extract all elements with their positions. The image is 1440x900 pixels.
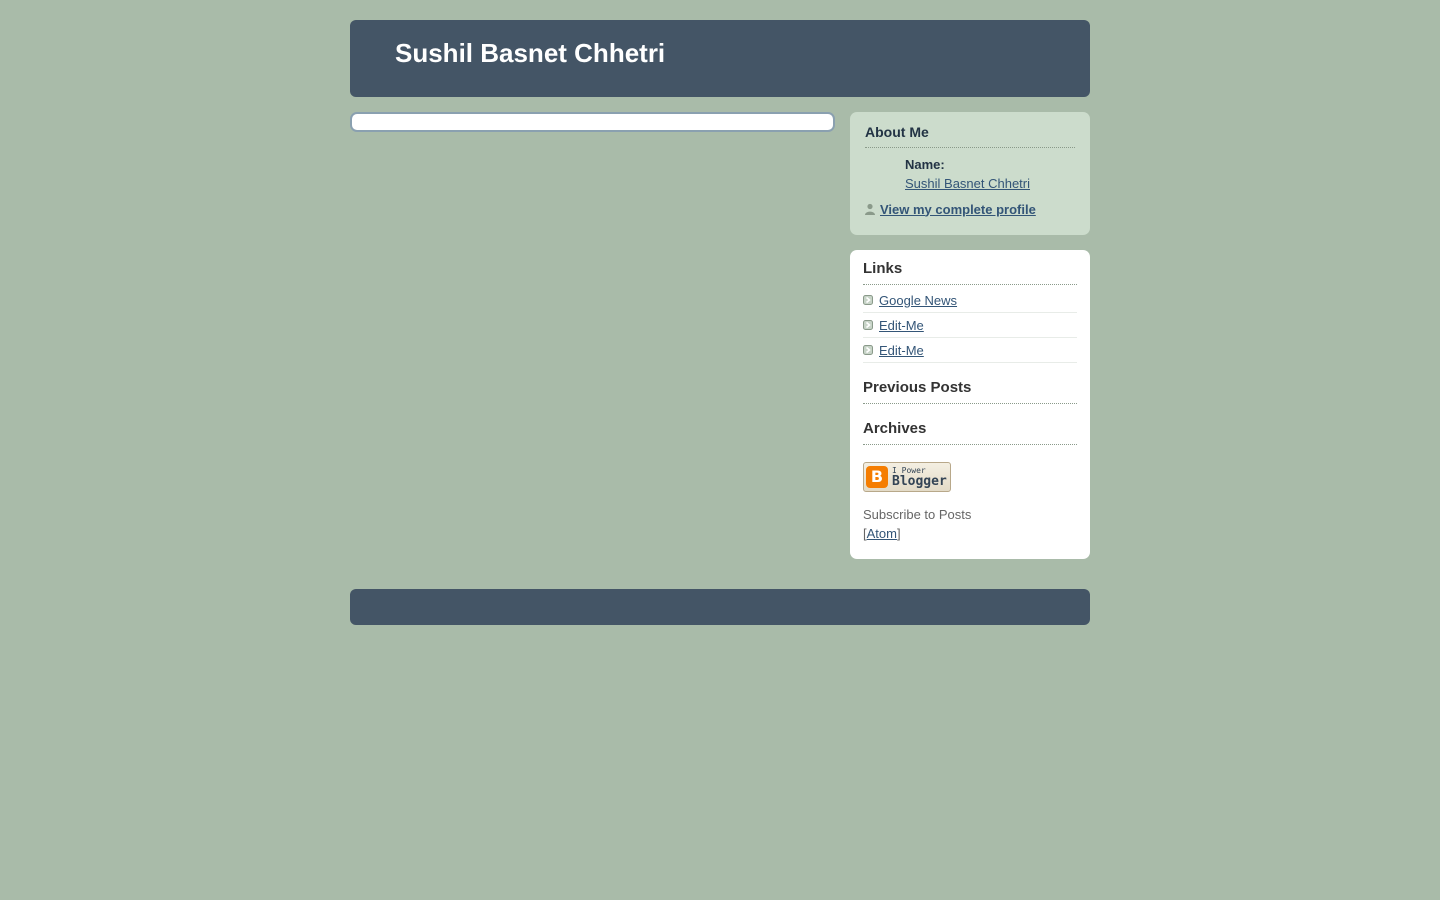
arrow-icon: [863, 295, 873, 305]
links-heading: Links: [863, 260, 1077, 285]
blogger-logo-icon: B: [866, 466, 888, 488]
arrow-icon: [863, 320, 873, 330]
subscribe-suffix: ]: [896, 526, 901, 541]
main-content-box: [350, 112, 835, 132]
profile-name-label: Name:: [905, 157, 945, 172]
link-google-news[interactable]: Google News: [879, 293, 957, 308]
subscribe-text: Subscribe to Posts [Atom]: [863, 505, 973, 543]
profile-name-link[interactable]: Sushil Basnet Chhetri: [905, 176, 1030, 191]
previous-posts-heading: Previous Posts: [863, 379, 1077, 404]
powered-by-blogger-badge[interactable]: B I Power Blogger: [863, 462, 951, 492]
about-me-panel: About Me Name: Sushil Basnet Chhetri Vie…: [850, 112, 1090, 235]
person-icon: [865, 203, 875, 215]
link-edit-me-2[interactable]: Edit-Me: [879, 343, 924, 358]
badge-line2: Blogger: [892, 473, 947, 489]
view-profile-row[interactable]: View my complete profile: [864, 201, 1036, 217]
atom-feed-link[interactable]: Atom: [867, 526, 897, 541]
sidebar-panel: Links Google News Edit-Me Edit-Me Previo…: [850, 250, 1090, 559]
blog-header: Sushil Basnet Chhetri: [350, 20, 1090, 97]
links-list: Google News Edit-Me Edit-Me: [863, 288, 1077, 363]
archives-heading: Archives: [863, 420, 1077, 445]
blog-title[interactable]: Sushil Basnet Chhetri: [395, 38, 665, 68]
view-profile-link[interactable]: View my complete profile: [880, 202, 1036, 217]
about-me-heading: About Me: [865, 123, 1075, 148]
list-item: Edit-Me: [863, 338, 1077, 363]
link-edit-me-1[interactable]: Edit-Me: [879, 318, 924, 333]
arrow-icon: [863, 345, 873, 355]
blog-footer: [350, 589, 1090, 625]
list-item: Google News: [863, 288, 1077, 313]
blogger-badge-text: I Power Blogger: [892, 466, 947, 489]
list-item: Edit-Me: [863, 313, 1077, 338]
